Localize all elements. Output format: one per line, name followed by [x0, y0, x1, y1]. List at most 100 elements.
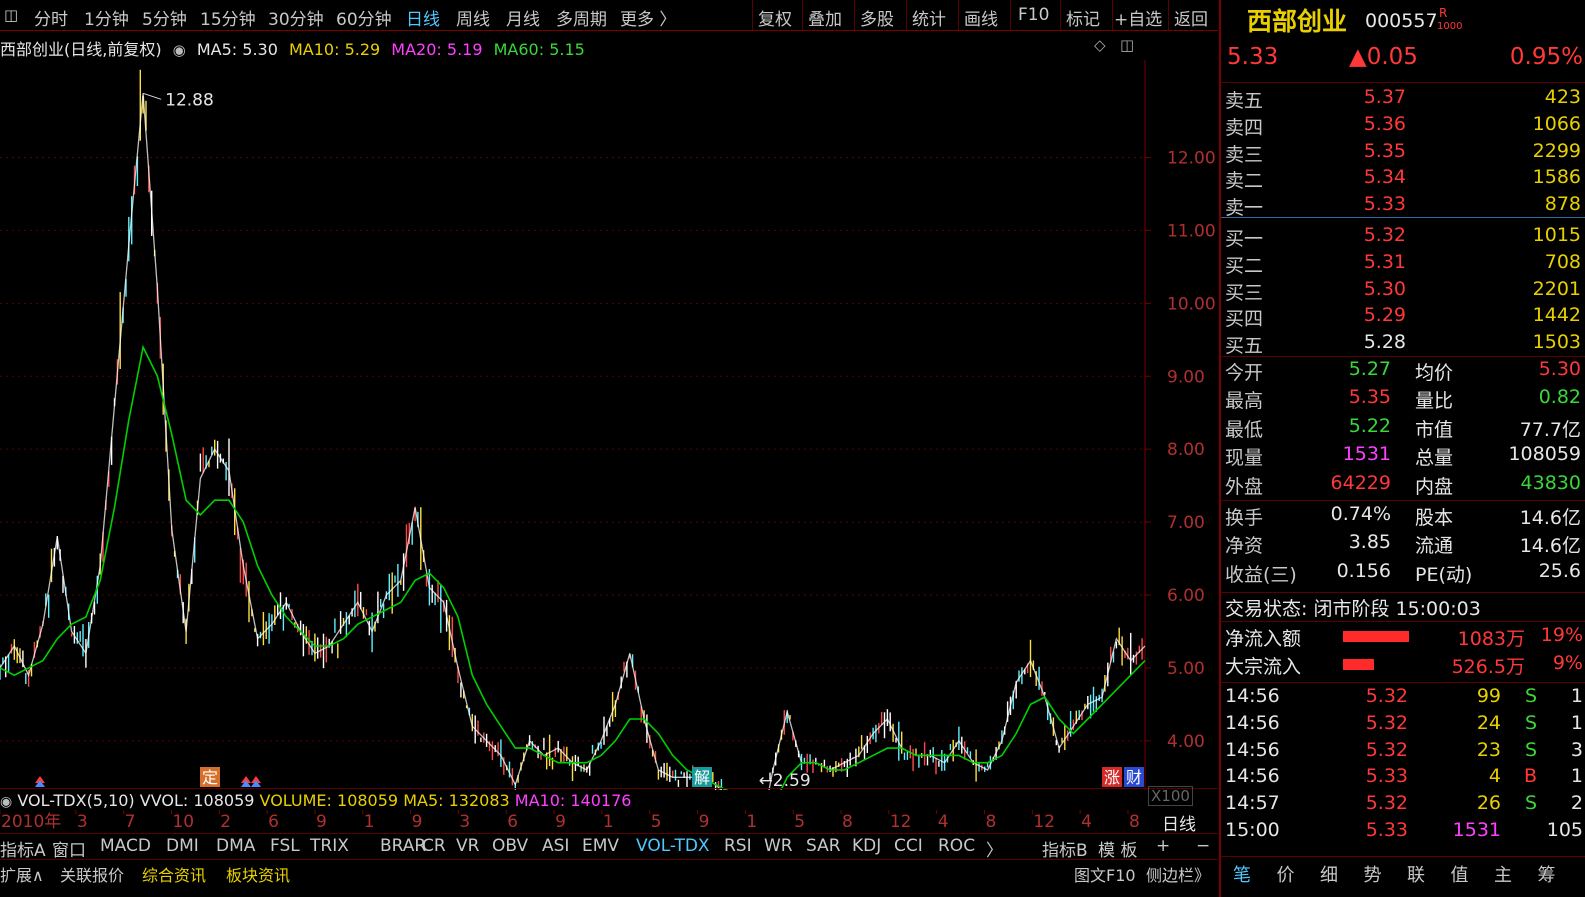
- ask-row[interactable]: 卖二 5.34 1586: [1225, 166, 1581, 192]
- bid-row[interactable]: 买五 5.28 1503: [1225, 331, 1581, 357]
- x-tick-label: 2010年: [1, 812, 61, 832]
- quote-footer-tab[interactable]: 笔: [1233, 861, 1251, 887]
- zoom-in-button[interactable]: +: [1156, 836, 1170, 856]
- zoom-out-button[interactable]: −: [1196, 836, 1210, 856]
- sector-news-tab[interactable]: 板块资讯: [226, 862, 290, 886]
- price-chart[interactable]: 12.0011.0010.009.008.007.006.005.004.00 …: [0, 60, 1218, 790]
- block-inflow-bar: [1343, 659, 1374, 670]
- indicator-tab-cr[interactable]: CR: [422, 836, 446, 856]
- tab-30min[interactable]: 30分钟: [268, 5, 324, 30]
- stat-label: 今开: [1225, 362, 1264, 384]
- stat-label: 股本: [1415, 507, 1454, 529]
- quote-panel: 西部创业 000557 R 1000 5.33 ▲0.05 0.95% 卖五 5.…: [1219, 0, 1585, 897]
- panel-toggle-icon[interactable]: ◫: [1120, 36, 1134, 54]
- indicator-tab-rsi[interactable]: RSI: [724, 836, 752, 856]
- template-tab[interactable]: 模 板: [1098, 836, 1137, 861]
- tab-multi-period[interactable]: 多周期: [556, 5, 607, 30]
- back-button[interactable]: 返回: [1174, 5, 1208, 30]
- tab-monthly[interactable]: 月线: [506, 5, 540, 30]
- x-tick-label: 1: [746, 812, 757, 832]
- stat-value: 64229: [1330, 471, 1391, 494]
- related-quotes-tab[interactable]: 关联报价: [60, 862, 124, 886]
- layout-icon[interactable]: ◫: [4, 6, 18, 24]
- tick-row: 14:56 5.32 23 S 3: [1225, 739, 1583, 765]
- quote-footer-tab[interactable]: 细: [1320, 861, 1338, 887]
- indicator-tab-vr[interactable]: VR: [456, 836, 479, 856]
- indicator-tab-fsl[interactable]: FSL: [270, 836, 300, 856]
- tab-more[interactable]: 更多 〉: [620, 5, 676, 30]
- stat-row: 今开 5.27 均价 5.30: [1225, 358, 1581, 384]
- f10-button[interactable]: F10: [1018, 5, 1049, 25]
- x-tick-label: 9: [555, 812, 566, 832]
- x-tick-label: 3: [77, 812, 88, 832]
- indicator-tab--[interactable]: 〉: [986, 836, 1003, 861]
- book-level-label: 卖四: [1225, 116, 1264, 139]
- draw-line-button[interactable]: 画线: [964, 5, 998, 30]
- indicator-tab-trix[interactable]: TRIX: [310, 836, 349, 856]
- statistics-button[interactable]: 统计: [912, 5, 946, 30]
- indicator-tab-emv[interactable]: EMV: [582, 836, 619, 856]
- indicator-tab-macd[interactable]: MACD: [100, 836, 151, 856]
- indicator-dot-icon[interactable]: ◉: [0, 794, 12, 810]
- tick-time: 14:56: [1225, 685, 1280, 707]
- tick-time: 15:00: [1225, 819, 1280, 841]
- book-level-label: 买一: [1225, 228, 1264, 250]
- tab-daily[interactable]: 日线: [406, 5, 440, 30]
- indicator-tab-dmi[interactable]: DMI: [166, 836, 199, 856]
- quote-footer-tab[interactable]: 价: [1277, 861, 1295, 887]
- quote-footer-tab[interactable]: 值: [1451, 861, 1469, 887]
- tab-15min[interactable]: 15分钟: [200, 5, 256, 30]
- overlay-button[interactable]: 叠加: [808, 5, 842, 30]
- tab-1min[interactable]: 1分钟: [84, 5, 129, 30]
- stat-value: 5.30: [1538, 358, 1581, 380]
- indicator-tab-kdj[interactable]: KDJ: [852, 836, 881, 856]
- indicator-tab-brar[interactable]: BRAR: [380, 836, 426, 856]
- quote-footer-tab[interactable]: 筹: [1538, 861, 1556, 887]
- indicator-tab-obv[interactable]: OBV: [492, 836, 528, 856]
- indicator-tab--[interactable]: 窗口: [52, 836, 86, 861]
- ask-row[interactable]: 卖五 5.37 423: [1225, 86, 1581, 112]
- bid-row[interactable]: 买一 5.32 1015: [1225, 224, 1581, 250]
- bid-row[interactable]: 买四 5.29 1442: [1225, 304, 1581, 330]
- indicator-tab-sar[interactable]: SAR: [806, 836, 841, 856]
- mark-button[interactable]: 标记: [1066, 5, 1100, 30]
- indicator-tab-cci[interactable]: CCI: [894, 836, 923, 856]
- indicator-tab-vol-tdx[interactable]: VOL-TDX: [636, 836, 710, 856]
- fuquan-button[interactable]: 复权: [758, 5, 792, 30]
- expand-button[interactable]: 扩展∧: [0, 862, 44, 886]
- tab-60min[interactable]: 60分钟: [336, 5, 392, 30]
- stat-row: 收益(三) 0.156 PE(动) 25.6: [1225, 560, 1581, 586]
- indicator-tab-dma[interactable]: DMA: [216, 836, 255, 856]
- tab-weekly[interactable]: 周线: [456, 5, 490, 30]
- indicator-tab-asi[interactable]: ASI: [542, 836, 569, 856]
- quote-footer-tab[interactable]: 联: [1407, 861, 1425, 887]
- add-watchlist-button[interactable]: +自选: [1114, 5, 1162, 30]
- tick-count: 2: [1570, 792, 1583, 815]
- period-label: 日线: [1162, 815, 1196, 835]
- multi-stock-button[interactable]: 多股: [860, 5, 894, 30]
- quote-footer-tab[interactable]: 势: [1364, 861, 1382, 887]
- stat-row: 换手 0.74% 股本 14.6亿: [1225, 503, 1581, 529]
- tick-side: S: [1524, 738, 1537, 761]
- diamond-icon[interactable]: ◇: [1094, 36, 1106, 54]
- indicator-tab--a[interactable]: 指标A: [0, 836, 46, 861]
- tab-fenshi[interactable]: 分时: [34, 5, 68, 30]
- indicator-tab-roc[interactable]: ROC: [938, 836, 975, 856]
- ask-row[interactable]: 卖一 5.33 878: [1225, 193, 1581, 219]
- sidebar-button[interactable]: 侧边栏》: [1146, 862, 1210, 886]
- ask-row[interactable]: 卖三 5.35 2299: [1225, 140, 1581, 166]
- bid-row[interactable]: 买二 5.31 708: [1225, 251, 1581, 277]
- volume-indicator-legend: ◉ VOL-TDX(5,10) VVOL: 108059 VOLUME: 108…: [0, 791, 631, 810]
- quote-footer-tab[interactable]: 主: [1494, 861, 1512, 887]
- bid-row[interactable]: 买三 5.30 2201: [1225, 278, 1581, 304]
- tab-5min[interactable]: 5分钟: [142, 5, 187, 30]
- settings-dot-icon[interactable]: ◉: [173, 41, 186, 59]
- news-tab[interactable]: 综合资讯: [142, 862, 206, 886]
- indicator-b-tab[interactable]: 指标B: [1042, 836, 1088, 861]
- stat-value: 25.6: [1538, 559, 1581, 582]
- tick-row: 14:56 5.32 24 S 1: [1225, 712, 1583, 738]
- indicator-tab-wr[interactable]: WR: [764, 836, 793, 856]
- ask-row[interactable]: 卖四 5.36 1066: [1225, 113, 1581, 139]
- f10-text-button[interactable]: 图文F10: [1074, 862, 1136, 886]
- x-tick-label: 12: [1033, 812, 1055, 832]
